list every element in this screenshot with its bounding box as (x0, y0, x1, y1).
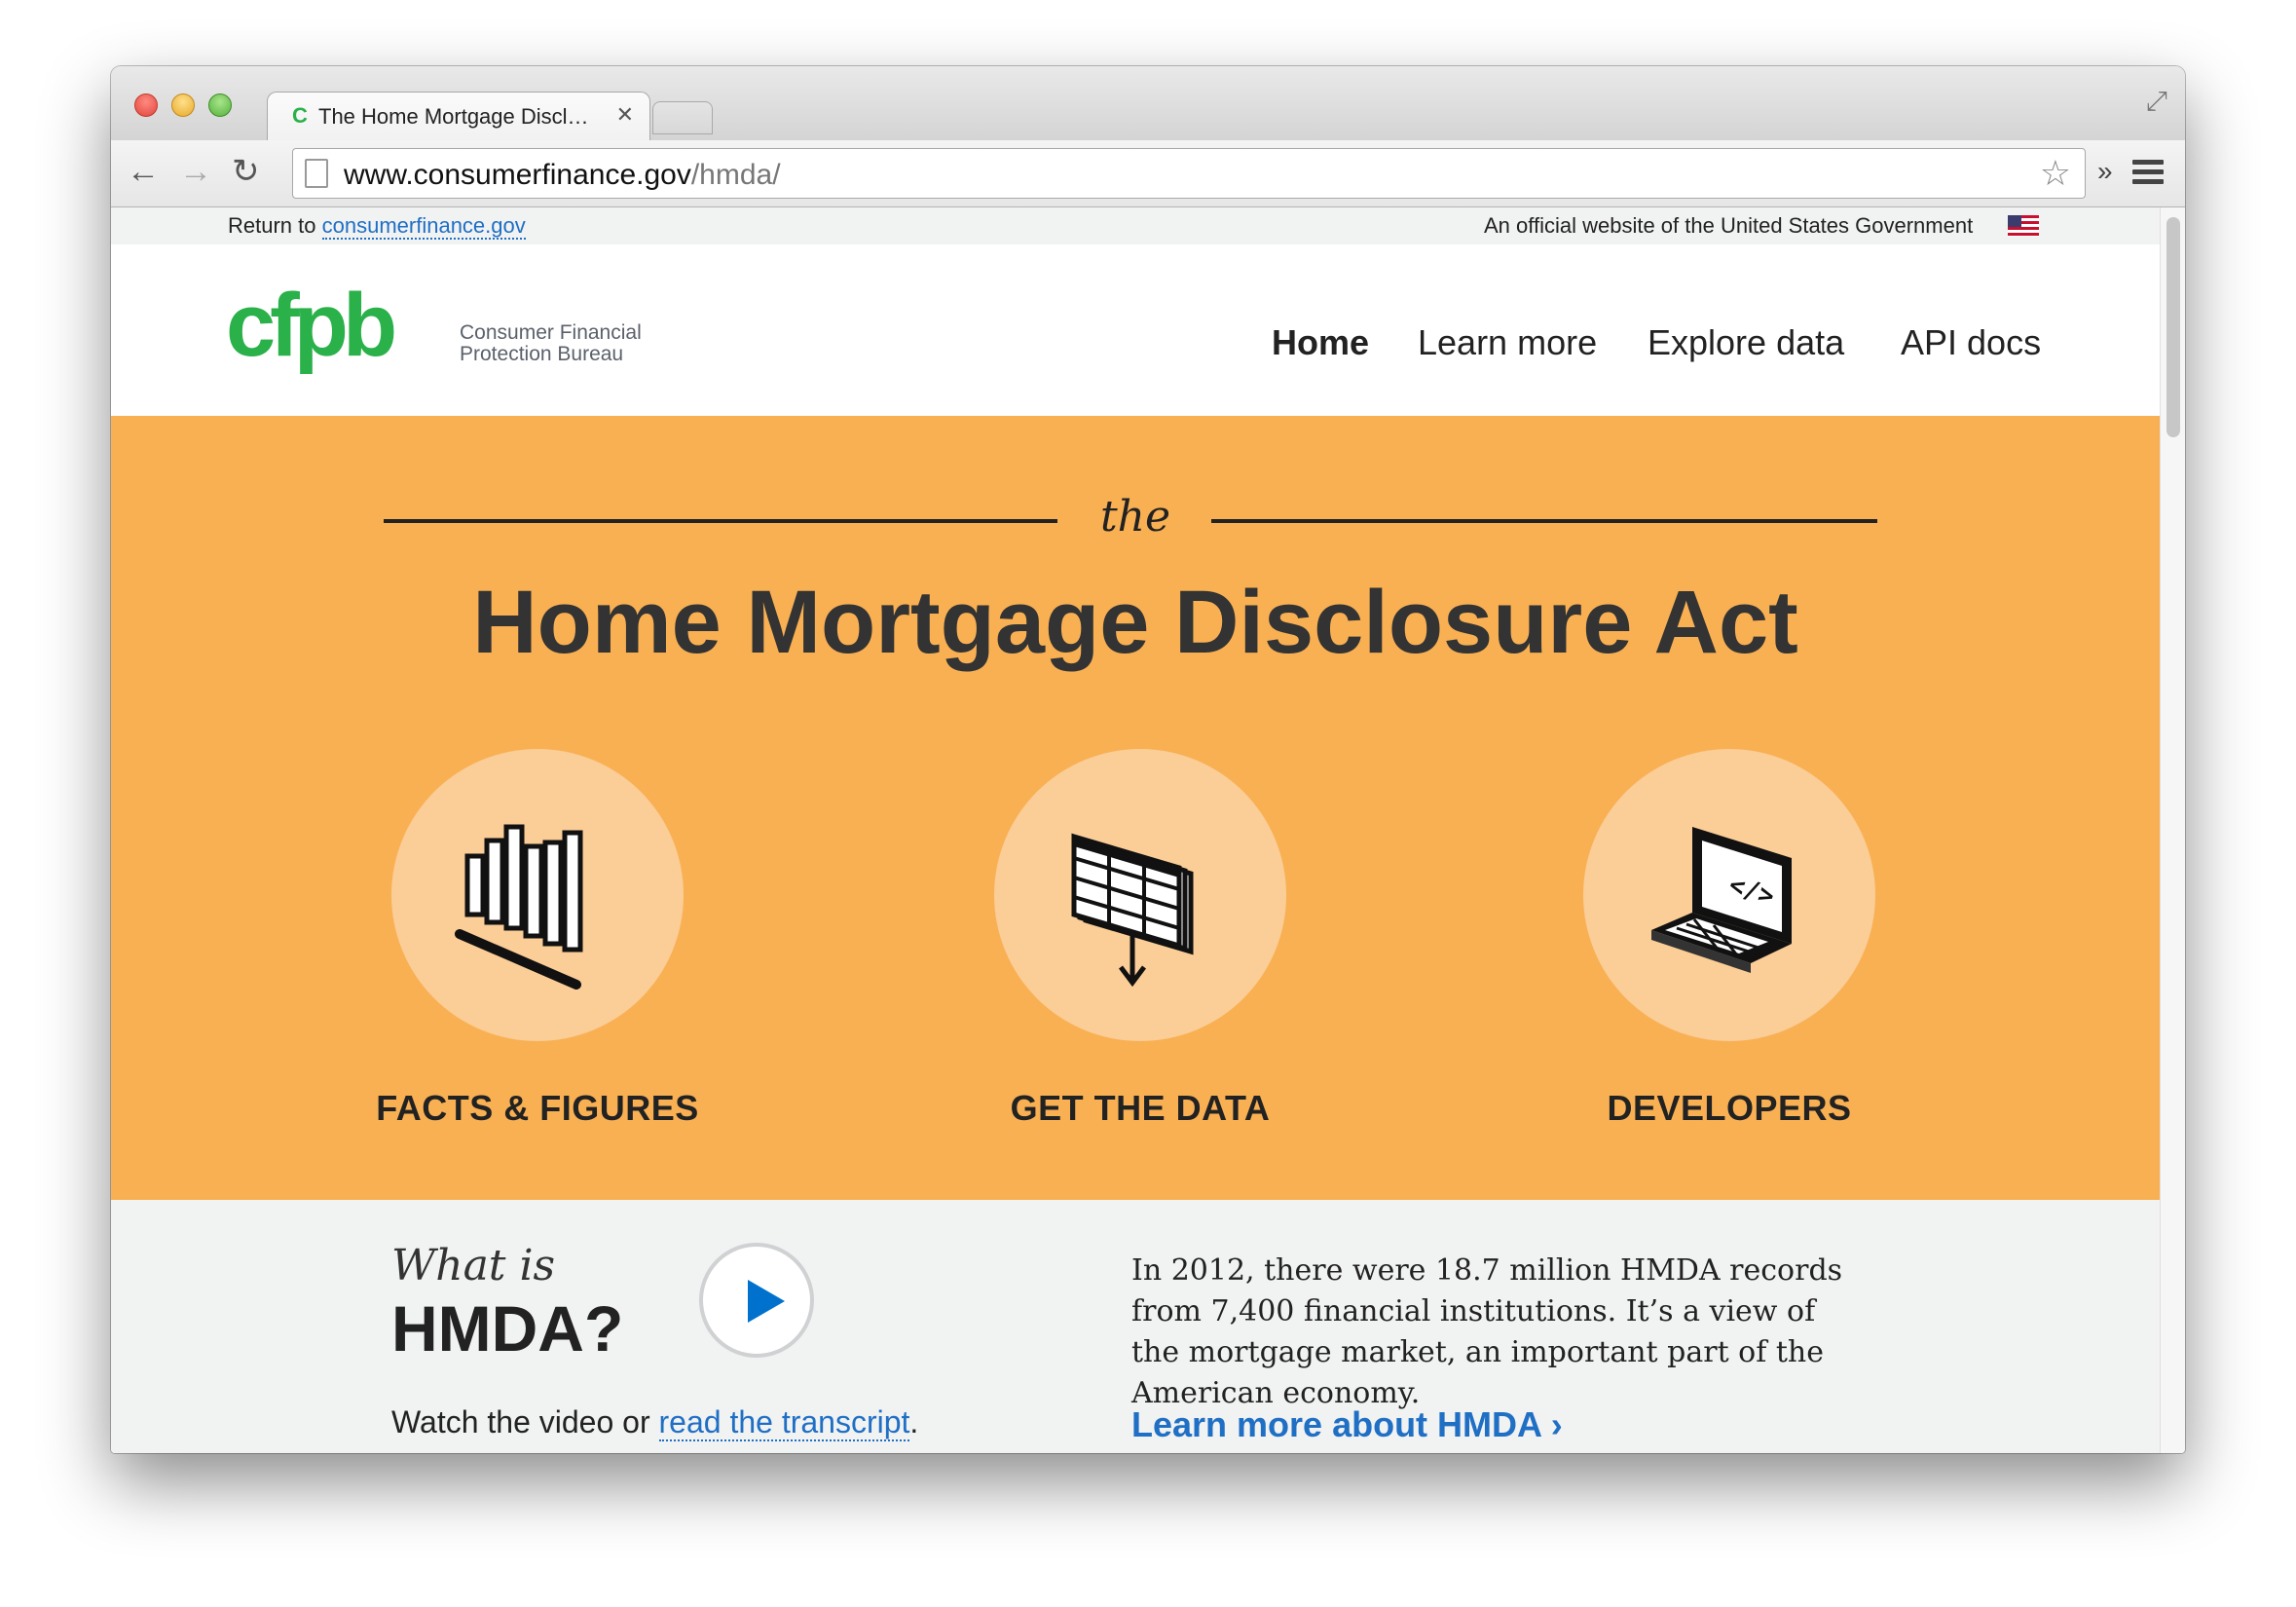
hmda-heading: HMDA? (391, 1292, 624, 1364)
nav-learn-more[interactable]: Learn more (1418, 322, 1597, 363)
return-text: Return to consumerfinance.gov (228, 213, 526, 240)
what-is-heading: What is (391, 1241, 556, 1290)
browser-window: C The Home Mortgage Discl… ✕ ⤢ ← → ↻ www… (111, 66, 2185, 1453)
get-the-data-label[interactable]: GET THE DATA (916, 1088, 1364, 1129)
hamburger-menu-icon[interactable] (2132, 160, 2164, 187)
government-banner: Return to consumerfinance.gov An officia… (111, 207, 2160, 244)
vertical-scrollbar[interactable] (2160, 207, 2185, 1453)
reload-icon[interactable]: ↻ (232, 152, 260, 191)
close-window-button[interactable] (134, 93, 158, 117)
hero-kicker: the (1099, 492, 1171, 542)
play-video-button[interactable] (699, 1243, 814, 1358)
cfpb-favicon-icon: C (292, 103, 308, 128)
address-bar[interactable]: www.consumerfinance.gov/hmda/ ☆ (292, 148, 2086, 199)
official-website-text: An official website of the United States… (1484, 213, 1974, 238)
facts-figures-card-icon-circle[interactable] (391, 749, 684, 1041)
page-viewport: Return to consumerfinance.gov An officia… (111, 207, 2160, 1453)
nav-explore-data[interactable]: Explore data (1648, 322, 1844, 363)
laptop-code-icon: </> (1651, 827, 1792, 973)
new-tab-button[interactable] (652, 101, 713, 134)
forward-arrow-icon[interactable]: → (179, 152, 212, 191)
extensions-overflow-icon[interactable]: » (2097, 156, 2113, 187)
hero-title: Home Mortgage Disclosure Act (472, 573, 1798, 672)
url-text[interactable]: www.consumerfinance.gov/hmda/ (344, 159, 781, 192)
scrollbar-thumb[interactable] (2166, 217, 2180, 437)
return-prefix: Return to (228, 213, 316, 238)
cfpb-logo-text: cfpb (226, 283, 394, 375)
tab-title: The Home Mortgage Discl… (318, 104, 589, 129)
browser-toolbar: ← → ↻ www.consumerfinance.gov/hmda/ ☆ » (111, 140, 2185, 207)
cfpb-logo[interactable]: cfpb (226, 283, 442, 381)
page-icon (305, 159, 328, 188)
site-header: cfpb Consumer Financial Protection Burea… (111, 244, 2160, 416)
watch-video-text: Watch the video or read the transcript. (391, 1404, 919, 1441)
close-tab-icon[interactable]: ✕ (616, 102, 634, 128)
hmda-stats-paragraph: In 2012, there were 18.7 million HMDA re… (1131, 1253, 1843, 1410)
fullscreen-icon[interactable]: ⤢ (2146, 86, 2167, 118)
transcript-link[interactable]: read the transcript (658, 1404, 910, 1441)
logo-subtitle: Consumer Financial Protection Bureau (460, 322, 642, 365)
back-arrow-icon[interactable]: ← (127, 152, 160, 191)
zoom-window-button[interactable] (208, 93, 232, 117)
logo-subtitle-line1: Consumer Financial (460, 321, 642, 344)
browser-tab[interactable]: C The Home Mortgage Discl… ✕ (267, 92, 650, 141)
watch-prefix: Watch the video or (391, 1404, 650, 1439)
developers-card-icon-circle[interactable]: </> (1583, 749, 1875, 1041)
return-link[interactable]: consumerfinance.gov (321, 213, 526, 240)
data-table-download-icon (1071, 833, 1194, 988)
nav-home[interactable]: Home (1272, 322, 1369, 363)
url-host: www.consumerfinance.gov (344, 159, 691, 191)
url-path: /hmda/ (690, 159, 781, 191)
tab-strip: C The Home Mortgage Discl… ✕ ⤢ (111, 66, 2185, 141)
hero-section: the Home Mortgage Disclosure Act FACTS &… (111, 416, 2160, 1200)
watch-suffix: . (909, 1404, 919, 1439)
us-flag-icon (2008, 215, 2039, 237)
facts-figures-label[interactable]: FACTS & FIGURES (314, 1088, 761, 1129)
nav-api-docs[interactable]: API docs (1901, 322, 2041, 363)
get-the-data-card-icon-circle[interactable] (994, 749, 1286, 1041)
bookmark-star-icon[interactable]: ☆ (2040, 153, 2071, 194)
learn-more-hmda-link[interactable]: Learn more about HMDA › (1131, 1404, 1563, 1445)
minimize-window-button[interactable] (171, 93, 195, 117)
intro-section: What is HMDA? Watch the video or read th… (111, 1200, 2160, 1453)
bar-chart-icon (455, 824, 583, 990)
developers-label[interactable]: DEVELOPERS (1505, 1088, 1953, 1129)
logo-subtitle-line2: Protection Bureau (460, 343, 624, 365)
